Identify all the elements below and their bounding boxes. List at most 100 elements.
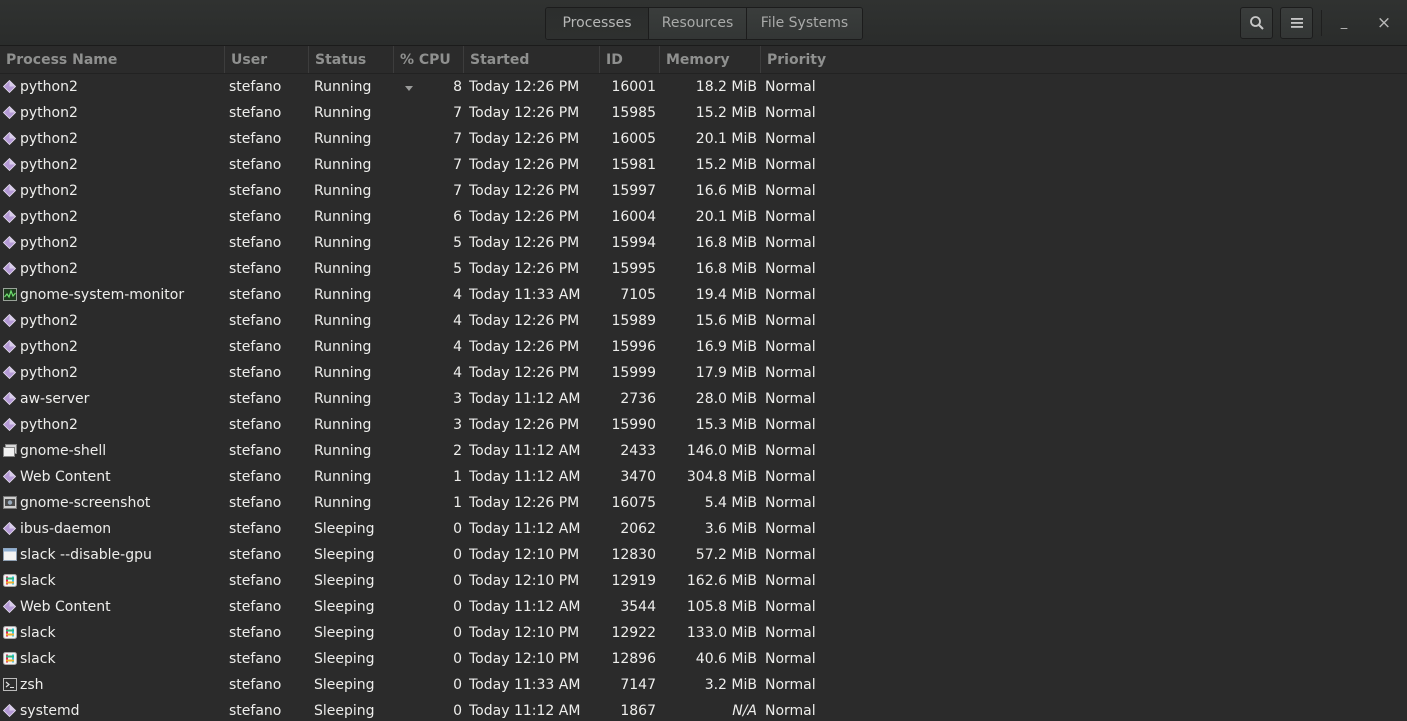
process-row[interactable]: python2 stefano Running 4 Today 12:26 PM 1598…: [0, 308, 1407, 334]
process-cpu: 0: [453, 573, 462, 589]
system-monitor-icon: [3, 288, 17, 301]
process-cpu: 3: [453, 391, 462, 407]
process-cpu: 7: [453, 131, 462, 147]
process-row[interactable]: python2 stefano Running 8 Today 12:26 PM 1600…: [0, 74, 1407, 100]
process-started: Today 12:26 PM: [469, 131, 580, 147]
process-row[interactable]: gnome-shell stefano Running 2 Today 11:12 AM…: [0, 438, 1407, 464]
process-id: 15995: [611, 261, 656, 277]
tab-resources[interactable]: Resources: [648, 8, 746, 39]
process-cpu: 4: [453, 287, 462, 303]
process-row[interactable]: zsh stefano Sleeping 0 Today 11:33 AM 7147 3.2…: [0, 672, 1407, 698]
process-priority: Normal: [765, 703, 816, 719]
process-user: stefano: [229, 521, 282, 537]
process-id: 3470: [620, 469, 656, 485]
process-started: Today 12:26 PM: [469, 79, 580, 95]
process-user: stefano: [229, 365, 282, 381]
column-header-started[interactable]: Started: [464, 46, 600, 73]
process-user: stefano: [229, 495, 282, 511]
process-user: stefano: [229, 235, 282, 251]
process-priority: Normal: [765, 677, 816, 693]
generic-process-icon: [2, 131, 17, 146]
process-cpu: 0: [453, 703, 462, 719]
process-cpu: 8: [453, 79, 462, 95]
column-header-id[interactable]: ID: [600, 46, 660, 73]
process-row[interactable]: ibus-daemon stefano Sleeping 0 Today 11:12 A…: [0, 516, 1407, 542]
process-row[interactable]: slack stefano Sleeping 0 Today 12:10 PM 12919…: [0, 568, 1407, 594]
process-row[interactable]: python2 stefano Running 4 Today 12:26 PM 1599…: [0, 334, 1407, 360]
process-memory: 3.2 MiB: [704, 677, 757, 693]
process-row[interactable]: python2 stefano Running 3 Today 12:26 PM 1599…: [0, 412, 1407, 438]
process-memory: 16.8 MiB: [695, 235, 757, 251]
process-memory: 15.6 MiB: [695, 313, 757, 329]
process-user: stefano: [229, 547, 282, 563]
process-row[interactable]: slack stefano Sleeping 0 Today 12:10 PM 12922…: [0, 620, 1407, 646]
column-header-priority[interactable]: Priority: [761, 46, 961, 73]
process-row[interactable]: python2 stefano Running 5 Today 12:26 PM 1599…: [0, 230, 1407, 256]
generic-process-icon: [2, 417, 17, 432]
process-name: slack: [20, 625, 56, 641]
generic-process-icon: [2, 183, 17, 198]
process-started: Today 11:33 AM: [469, 287, 581, 303]
process-row[interactable]: aw-server stefano Running 3 Today 11:12 AM 27…: [0, 386, 1407, 412]
close-button[interactable]: ×: [1373, 12, 1395, 34]
minimize-button[interactable]: _: [1333, 12, 1355, 34]
process-priority: Normal: [765, 339, 816, 355]
process-row[interactable]: slack --disable-gpu stefano Sleeping 0 Today…: [0, 542, 1407, 568]
process-cpu: 0: [453, 651, 462, 667]
process-row[interactable]: python2 stefano Running 7 Today 12:26 PM 1598…: [0, 152, 1407, 178]
column-header-status[interactable]: Status: [309, 46, 394, 73]
process-row[interactable]: systemd stefano Sleeping 0 Today 11:12 AM 186…: [0, 698, 1407, 721]
process-row[interactable]: python2 stefano Running 7 Today 12:26 PM 1599…: [0, 178, 1407, 204]
generic-process-icon: [2, 599, 17, 614]
process-priority: Normal: [765, 261, 816, 277]
process-status: Running: [314, 443, 372, 459]
process-user: stefano: [229, 417, 282, 433]
process-row[interactable]: python2 stefano Running 7 Today 12:26 PM 1600…: [0, 126, 1407, 152]
process-status: Running: [314, 79, 372, 95]
process-name: gnome-system-monitor: [20, 287, 185, 303]
column-header-process-name[interactable]: Process Name: [0, 46, 225, 73]
column-header-memory[interactable]: Memory: [660, 46, 761, 73]
process-row[interactable]: gnome-screenshot stefano Running 1 Today 12:…: [0, 490, 1407, 516]
process-user: stefano: [229, 703, 282, 719]
process-user: stefano: [229, 261, 282, 277]
tab-file-systems[interactable]: File Systems: [746, 8, 862, 39]
process-id: 15989: [611, 313, 656, 329]
process-row[interactable]: gnome-system-monitor stefano Running 4 Today…: [0, 282, 1407, 308]
process-cpu: 0: [453, 625, 462, 641]
process-row[interactable]: python2 stefano Running 6 Today 12:26 PM 1600…: [0, 204, 1407, 230]
process-priority: Normal: [765, 287, 816, 303]
process-priority: Normal: [765, 625, 816, 641]
process-priority: Normal: [765, 469, 816, 485]
search-button[interactable]: [1240, 7, 1273, 39]
column-header-cpu[interactable]: % CPU: [394, 46, 464, 91]
process-started: Today 12:10 PM: [469, 651, 580, 667]
process-memory: 304.8 MiB: [686, 469, 757, 485]
process-row[interactable]: Web Content stefano Running 1 Today 11:12 AM…: [0, 464, 1407, 490]
process-started: Today 12:10 PM: [469, 547, 580, 563]
process-row[interactable]: python2 stefano Running 5 Today 12:26 PM 1599…: [0, 256, 1407, 282]
process-memory: 133.0 MiB: [686, 625, 757, 641]
process-started: Today 12:26 PM: [469, 183, 580, 199]
process-priority: Normal: [765, 313, 816, 329]
menu-button[interactable]: [1280, 7, 1313, 39]
process-started: Today 12:26 PM: [469, 313, 580, 329]
generic-process-icon: [2, 209, 17, 224]
process-id: 15981: [611, 157, 656, 173]
process-cpu: 5: [453, 261, 462, 277]
column-header-cpu-label: % CPU: [400, 52, 451, 68]
process-status: Sleeping: [314, 625, 375, 641]
process-row[interactable]: slack stefano Sleeping 0 Today 12:10 PM 12896…: [0, 646, 1407, 672]
process-user: stefano: [229, 625, 282, 641]
column-header-user[interactable]: User: [225, 46, 309, 73]
process-row[interactable]: python2 stefano Running 7 Today 12:26 PM 1598…: [0, 100, 1407, 126]
slack-icon: [3, 626, 17, 639]
tab-processes[interactable]: Processes: [546, 8, 648, 39]
process-user: stefano: [229, 131, 282, 147]
process-priority: Normal: [765, 235, 816, 251]
process-id: 15985: [611, 105, 656, 121]
process-memory: 5.4 MiB: [704, 495, 757, 511]
process-id: 16001: [611, 79, 656, 95]
process-row[interactable]: python2 stefano Running 4 Today 12:26 PM 1599…: [0, 360, 1407, 386]
process-row[interactable]: Web Content stefano Sleeping 0 Today 11:12 A…: [0, 594, 1407, 620]
